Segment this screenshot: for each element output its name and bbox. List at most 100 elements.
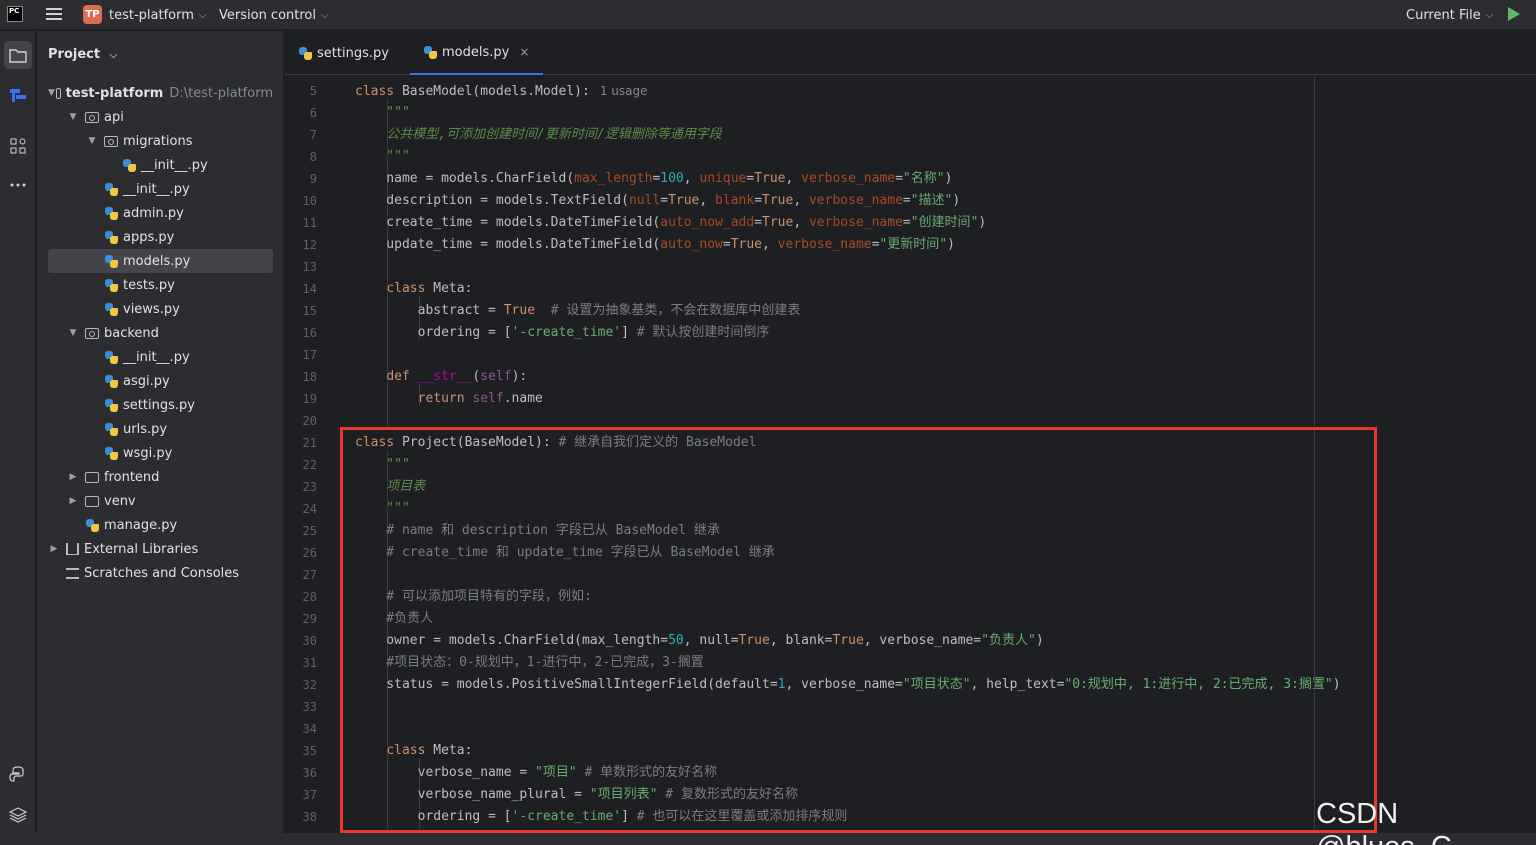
- tree-item-apps[interactable]: apps.py: [48, 225, 273, 249]
- code-line: 8 """: [285, 146, 1536, 168]
- tree-item-label: manage.py: [104, 517, 178, 533]
- tree-item-wsgi[interactable]: wsgi.py: [48, 441, 273, 465]
- title-bar: PC TP test-platform ⌵ Version control ⌵ …: [0, 0, 1536, 30]
- tree-item-label: models.py: [123, 253, 191, 269]
- python-file-icon: [105, 206, 118, 220]
- python-file-icon: [105, 230, 118, 244]
- tree-item-manage[interactable]: manage.py: [48, 513, 273, 537]
- tab-models[interactable]: models.py ×: [410, 31, 544, 75]
- line-number: 23: [302, 480, 317, 494]
- tree-item-migrations-init[interactable]: __init__.py: [48, 153, 273, 177]
- line-number: 5: [309, 84, 317, 98]
- expand-arrow-icon[interactable]: ▼: [86, 136, 98, 146]
- tree-item-venv[interactable]: ▶ venv: [48, 489, 273, 513]
- tree-item-label: __init__.py: [141, 157, 208, 173]
- tree-item-frontend[interactable]: ▶ frontend: [48, 465, 273, 489]
- code-line: 12 update_time = models.DateTimeField(au…: [285, 234, 1536, 256]
- tree-item-label: venv: [104, 493, 136, 509]
- python-file-icon: [105, 182, 118, 196]
- tree-item-label: asgi.py: [123, 373, 170, 389]
- tree-item-backend-init[interactable]: __init__.py: [48, 345, 273, 369]
- tree-item-urls[interactable]: urls.py: [48, 417, 273, 441]
- code-line: 6 """: [285, 102, 1536, 124]
- commit-icon[interactable]: [4, 81, 32, 109]
- code-line: 18 def __str__(self):: [285, 366, 1536, 388]
- project-panel-header[interactable]: Project ⌵: [48, 47, 117, 62]
- python-file-icon: [86, 518, 99, 532]
- expand-arrow-icon[interactable]: ▶: [67, 496, 79, 506]
- tree-item-external-libraries[interactable]: ▶ External Libraries: [48, 537, 273, 561]
- tree-item-label: frontend: [104, 469, 160, 485]
- tree-item-label: views.py: [123, 301, 180, 317]
- line-number: 16: [302, 326, 317, 340]
- expand-arrow-icon[interactable]: ▼: [67, 112, 79, 122]
- package-folder-icon: [85, 111, 99, 123]
- code-line: 14 class Meta:: [285, 278, 1536, 300]
- main-menu-icon[interactable]: [46, 8, 62, 21]
- folder-icon[interactable]: [4, 41, 32, 69]
- expand-arrow-icon[interactable]: ▶: [67, 472, 79, 482]
- line-number: 11: [302, 216, 317, 230]
- annotation-highlight-box: [340, 427, 1377, 833]
- library-icon: [66, 543, 79, 555]
- python-file-icon: [105, 398, 118, 412]
- tree-item-api-init[interactable]: __init__.py: [48, 177, 273, 201]
- python-file-icon: [105, 350, 118, 364]
- tree-item-label: api: [104, 109, 124, 125]
- tab-settings[interactable]: settings.py: [285, 31, 403, 75]
- project-badge[interactable]: TP: [83, 5, 102, 24]
- run-config-selector[interactable]: Current File ⌵: [1406, 0, 1493, 30]
- line-number: 14: [302, 282, 317, 296]
- python-file-icon: [105, 302, 118, 316]
- close-icon[interactable]: ×: [519, 45, 529, 59]
- structure-icon[interactable]: [4, 132, 32, 160]
- expand-arrow-icon[interactable]: ▼: [67, 328, 79, 338]
- tree-item-migrations[interactable]: ▼ migrations: [48, 129, 273, 153]
- project-panel-title: Project: [48, 47, 101, 62]
- line-number: 30: [302, 634, 317, 648]
- project-switcher[interactable]: test-platform ⌵: [109, 0, 207, 30]
- tree-item-label: migrations: [123, 133, 193, 149]
- python-file-icon: [299, 46, 312, 60]
- tree-item-settings[interactable]: settings.py: [48, 393, 273, 417]
- scratches-icon: [66, 567, 79, 579]
- version-control-label: Version control: [219, 7, 316, 23]
- python-file-icon: [105, 278, 118, 292]
- tree-item-api[interactable]: ▼ api: [48, 105, 273, 129]
- usage-hint[interactable]: 1 usage: [600, 84, 648, 98]
- tool-window-strip: [0, 31, 36, 845]
- line-number: 37: [302, 788, 317, 802]
- expand-arrow-icon[interactable]: ▶: [48, 544, 60, 554]
- tree-item-backend[interactable]: ▼ backend: [48, 321, 273, 345]
- line-number: 22: [302, 458, 317, 472]
- python-console-icon[interactable]: [4, 761, 32, 789]
- version-control-menu[interactable]: Version control ⌵: [219, 0, 329, 30]
- line-number: 8: [309, 150, 317, 164]
- tree-item-scratches[interactable]: Scratches and Consoles: [48, 561, 273, 585]
- line-number: 33: [302, 700, 317, 714]
- expand-arrow-icon[interactable]: ▼: [48, 88, 55, 98]
- package-folder-icon: [104, 135, 118, 147]
- code-line: 11 create_time = models.DateTimeField(au…: [285, 212, 1536, 234]
- code-line: 16 ordering = ['-create_time'] # 默认按创建时间…: [285, 322, 1536, 344]
- tab-label: settings.py: [317, 45, 389, 61]
- python-file-icon: [105, 374, 118, 388]
- run-icon[interactable]: [1508, 7, 1520, 21]
- more-icon[interactable]: [4, 171, 32, 199]
- tree-item-tests[interactable]: tests.py: [48, 273, 273, 297]
- chevron-down-icon: ⌵: [198, 9, 207, 21]
- layers-icon[interactable]: [4, 801, 32, 829]
- chevron-down-icon: ⌵: [109, 50, 118, 61]
- tree-root[interactable]: ▼ test-platform D:\test-platform: [48, 81, 273, 105]
- tree-item-models[interactable]: models.py: [48, 249, 273, 273]
- watermark: CSDN @blues_C: [1316, 798, 1452, 845]
- python-file-icon: [105, 422, 118, 436]
- line-number: 9: [309, 172, 317, 186]
- line-number: 32: [302, 678, 317, 692]
- tree-item-asgi[interactable]: asgi.py: [48, 369, 273, 393]
- tree-item-admin[interactable]: admin.py: [48, 201, 273, 225]
- tree-item-views[interactable]: views.py: [48, 297, 273, 321]
- code-line: 9 name = models.CharField(max_length=100…: [285, 168, 1536, 190]
- line-number: 26: [302, 546, 317, 560]
- code-line: 13: [285, 256, 1536, 278]
